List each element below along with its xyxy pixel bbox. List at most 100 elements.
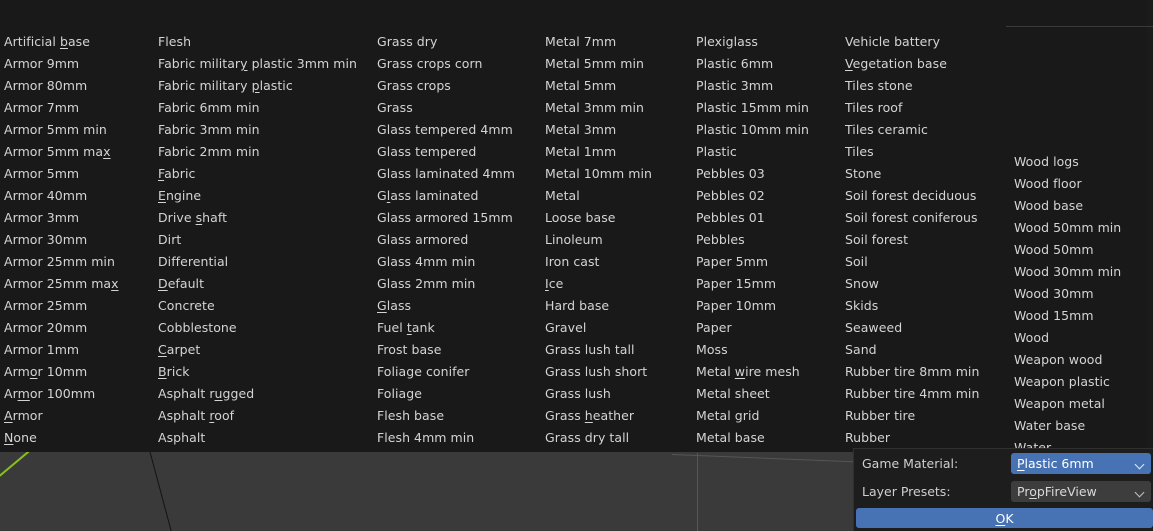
menu-item[interactable]: Soil forest [845,229,1005,251]
menu-item[interactable]: Skids [845,295,1005,317]
menu-item[interactable]: Carpet [158,339,374,361]
menu-item[interactable]: Grass lush short [545,361,693,383]
menu-item[interactable]: Armor 3mm [4,207,154,229]
menu-item[interactable]: Moss [696,339,842,361]
menu-item[interactable]: Tiles ceramic [845,119,1005,141]
menu-item[interactable]: Glass armored 15mm [377,207,542,229]
menu-item[interactable]: Paper 15mm [696,273,842,295]
menu-item[interactable]: Metal 10mm min [545,163,693,185]
menu-item[interactable]: Armor 25mm max [4,273,154,295]
menu-item[interactable]: Grass dry [377,31,542,53]
menu-item[interactable]: Pebbles [696,229,842,251]
menu-item[interactable]: Armor 1mm [4,339,154,361]
menu-item[interactable]: Vehicle battery [845,31,1005,53]
menu-item[interactable]: Seaweed [845,317,1005,339]
menu-item[interactable]: Pebbles 02 [696,185,842,207]
menu-item[interactable]: Paper 5mm [696,251,842,273]
menu-item[interactable]: Ice [545,273,693,295]
menu-item[interactable]: Plastic 15mm min [696,97,842,119]
menu-item[interactable]: Armor 80mm [4,75,154,97]
menu-item[interactable]: Default [158,273,374,295]
menu-item[interactable]: Armor 25mm min [4,251,154,273]
menu-item[interactable]: Fabric [158,163,374,185]
menu-item[interactable]: Frost base [377,339,542,361]
menu-item[interactable]: Vegetation base [845,53,1005,75]
menu-item[interactable]: Dirt [158,229,374,251]
menu-item[interactable]: Iron cast [545,251,693,273]
menu-item[interactable]: None [4,427,154,449]
menu-item[interactable]: Wood [1014,327,1147,349]
menu-item[interactable]: Tiles stone [845,75,1005,97]
menu-item[interactable]: Metal 3mm [545,119,693,141]
menu-item[interactable]: Armor 7mm [4,97,154,119]
menu-item[interactable]: Hard base [545,295,693,317]
menu-item[interactable]: Metal base [696,427,842,449]
menu-item[interactable]: Glass tempered [377,141,542,163]
menu-item[interactable]: Artificial base [4,31,154,53]
menu-item[interactable]: Paper 10mm [696,295,842,317]
menu-item[interactable]: Armor 25mm [4,295,154,317]
menu-item[interactable]: Plastic 10mm min [696,119,842,141]
menu-item[interactable]: Plastic [696,141,842,163]
menu-item[interactable]: Stone [845,163,1005,185]
ok-button[interactable]: OK [856,508,1153,528]
menu-item[interactable]: Asphalt rugged [158,383,374,405]
menu-item[interactable]: Metal [545,185,693,207]
menu-item[interactable]: Metal grid [696,405,842,427]
menu-item[interactable]: Weapon metal [1014,393,1147,415]
menu-item[interactable]: Armor 30mm [4,229,154,251]
menu-item[interactable]: Metal 1mm [545,141,693,163]
menu-item[interactable]: Gravel [545,317,693,339]
menu-item[interactable]: Tiles roof [845,97,1005,119]
menu-item[interactable]: Metal sheet [696,383,842,405]
menu-item[interactable]: Armor 5mm min [4,119,154,141]
menu-item[interactable]: Armor [4,405,154,427]
menu-item[interactable]: Wood logs [1014,151,1147,173]
menu-item[interactable]: Tiles [845,141,1005,163]
menu-item[interactable]: Asphalt [158,427,374,449]
menu-item[interactable]: Cobblestone [158,317,374,339]
menu-item[interactable]: Grass [377,97,542,119]
menu-item[interactable]: Wood 15mm [1014,305,1147,327]
menu-item[interactable]: Flesh 4mm min [377,427,542,449]
menu-item[interactable]: Soil forest coniferous [845,207,1005,229]
menu-item[interactable]: Asphalt roof [158,405,374,427]
menu-item[interactable]: Glass armored [377,229,542,251]
menu-item[interactable]: Weapon wood [1014,349,1147,371]
menu-item[interactable]: Fuel tank [377,317,542,339]
menu-item[interactable]: Grass dry tall [545,427,693,449]
menu-item[interactable]: Weapon plastic [1014,371,1147,393]
menu-item[interactable]: Plexiglass [696,31,842,53]
menu-item[interactable]: Linoleum [545,229,693,251]
menu-item[interactable]: Flesh [158,31,374,53]
menu-item[interactable]: Water base [1014,415,1147,437]
menu-item[interactable]: Metal 5mm [545,75,693,97]
menu-item[interactable]: Plastic 3mm [696,75,842,97]
menu-item[interactable]: Soil forest deciduous [845,185,1005,207]
menu-item[interactable]: Foliage conifer [377,361,542,383]
menu-item[interactable]: Glass [377,295,542,317]
menu-item[interactable]: Glass laminated 4mm [377,163,542,185]
menu-item[interactable]: Wood floor [1014,173,1147,195]
menu-item[interactable]: Metal 3mm min [545,97,693,119]
menu-item[interactable]: Glass laminated [377,185,542,207]
menu-item[interactable]: Fabric military plastic 3mm min [158,53,374,75]
menu-item[interactable]: Rubber tire 4mm min [845,383,1005,405]
menu-item[interactable]: Fabric 2mm min [158,141,374,163]
menu-item[interactable]: Armor 20mm [4,317,154,339]
menu-item[interactable]: Grass heather [545,405,693,427]
menu-item[interactable]: Plastic 6mm [696,53,842,75]
menu-item[interactable]: Drive shaft [158,207,374,229]
layer-presets-dropdown[interactable]: PropFireView [1011,481,1151,502]
menu-item[interactable]: Glass tempered 4mm [377,119,542,141]
menu-item[interactable]: Wood 30mm [1014,283,1147,305]
menu-item[interactable]: Concrete [158,295,374,317]
menu-item[interactable]: Metal 7mm [545,31,693,53]
menu-item[interactable]: Wood 50mm min [1014,217,1147,239]
menu-item[interactable]: Brick [158,361,374,383]
menu-item[interactable]: Fabric 6mm min [158,97,374,119]
menu-item[interactable]: Fabric military plastic [158,75,374,97]
menu-item[interactable]: Wood base [1014,195,1147,217]
game-material-dropdown[interactable]: Plastic 6mm [1011,453,1151,474]
menu-item[interactable]: Pebbles 03 [696,163,842,185]
